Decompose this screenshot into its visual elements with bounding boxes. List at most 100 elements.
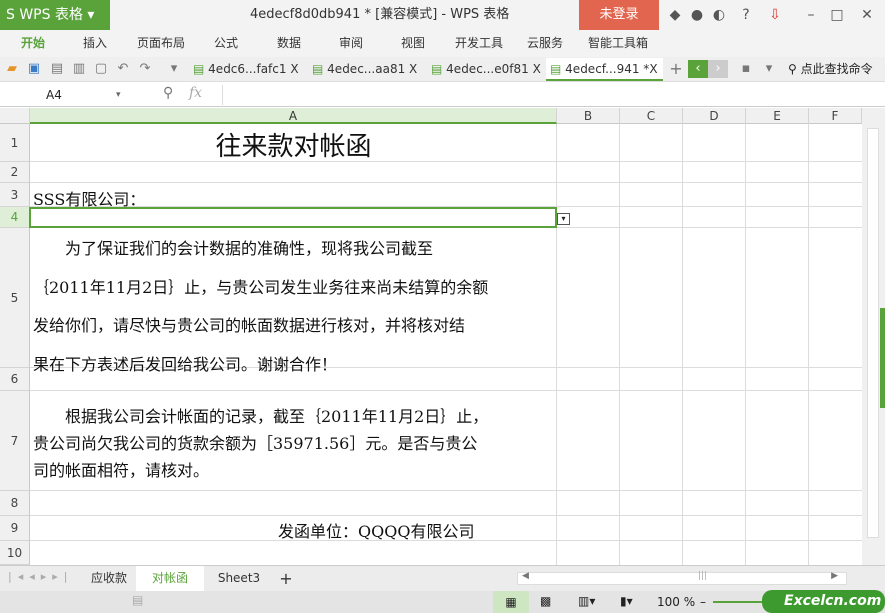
download-icon[interactable]: ⇩ xyxy=(764,0,786,30)
watermark-text: Excelcn.com xyxy=(784,593,882,609)
row-header[interactable]: 6 xyxy=(0,368,30,391)
formula-input[interactable] xyxy=(222,85,885,105)
menu-formula[interactable]: 公式 xyxy=(214,30,238,57)
text-line: 司的帐面相符，请核对。 xyxy=(33,461,210,480)
close-tab-icon[interactable]: X xyxy=(409,62,417,76)
close-tab-icon[interactable]: X xyxy=(649,62,657,76)
horizontal-scrollbar[interactable]: ◀ ||| ▶ xyxy=(517,571,847,585)
normal-view-icon[interactable]: ▦ xyxy=(493,591,529,613)
sheet-tab-receivables[interactable]: 应收款 xyxy=(82,566,136,591)
text-line: 果在下方表述后发回给我公司。谢谢合作！ xyxy=(33,354,338,374)
tab-prev-button[interactable]: ‹ xyxy=(688,60,708,78)
menu-smart-tools[interactable]: 智能工具箱 xyxy=(588,30,648,57)
column-header-f[interactable]: F xyxy=(809,108,862,124)
vertical-scrollbar[interactable] xyxy=(862,108,885,565)
column-header-e[interactable]: E xyxy=(746,108,809,124)
cell-a5[interactable]: 为了保证我们的会计数据的准确性，现将我公司截至 ｛2011年11月2日｝止，与贵… xyxy=(33,230,557,384)
column-header-a[interactable]: A xyxy=(30,108,557,124)
row-header[interactable]: 8 xyxy=(0,491,30,516)
dropdown-arrow-icon[interactable]: ▾ xyxy=(557,213,570,225)
cell-a7[interactable]: 根据我公司会计帐面的记录，截至｛2011年11月2日｝止， 贵公司尚欠我公司的货… xyxy=(33,403,557,484)
page-break-view-icon[interactable]: ▩ xyxy=(540,594,551,608)
doc-tab[interactable]: ▤ 4edc6...fafc1 X xyxy=(189,58,307,81)
selected-cell-a4[interactable] xyxy=(29,207,557,228)
doc-tab[interactable]: ▤ 4edec...aa81 X xyxy=(308,58,426,81)
more-dropdown-icon[interactable]: ▾ xyxy=(166,60,182,78)
doc-tab-label: 4edc6...fafc1 xyxy=(208,62,287,76)
zoom-out-icon[interactable]: – xyxy=(700,595,706,609)
close-tab-icon[interactable]: X xyxy=(290,62,298,76)
maximize-button[interactable]: □ xyxy=(826,0,848,30)
menu-review[interactable]: 审阅 xyxy=(339,30,363,57)
gridline xyxy=(30,490,862,491)
close-button[interactable]: ✕ xyxy=(856,0,878,30)
menu-page-layout[interactable]: 页面布局 xyxy=(137,30,185,57)
zoom-formula-icon[interactable]: ⚲ xyxy=(163,85,173,101)
doc-tab-label: 4edec...aa81 xyxy=(327,62,406,76)
fx-icon[interactable]: fx xyxy=(189,85,202,101)
command-search[interactable]: ⚲ 点此查找命令 xyxy=(788,58,873,81)
column-header-b[interactable]: B xyxy=(557,108,620,124)
close-tab-icon[interactable]: X xyxy=(533,62,541,76)
menu-developer[interactable]: 开发工具 xyxy=(455,30,503,57)
add-sheet-icon[interactable]: + xyxy=(276,566,296,591)
reading-mode-icon[interactable]: ▥▾ xyxy=(578,594,595,608)
sheet-tab-reconciliation[interactable]: 对帐函 xyxy=(136,566,204,591)
gridline xyxy=(30,390,862,391)
column-header-c[interactable]: C xyxy=(620,108,683,124)
pin-icon[interactable]: ▾ xyxy=(761,60,777,78)
settings-icon[interactable]: ● xyxy=(686,0,708,30)
scroll-thumb[interactable] xyxy=(867,128,879,538)
print-icon[interactable]: ▥ xyxy=(71,60,87,78)
wps-menu-button[interactable]: S WPS 表格 ▾ xyxy=(0,0,110,30)
sheet-file-icon: ▤ xyxy=(431,62,443,76)
feedback-icon[interactable]: ◐ xyxy=(708,0,730,30)
row-header[interactable]: 9 xyxy=(0,516,30,541)
help-icon[interactable]: ? xyxy=(735,0,757,30)
eye-protect-icon[interactable]: ▮▾ xyxy=(620,594,633,608)
zoom-level[interactable]: 100 % xyxy=(657,595,695,609)
sheet-tab-sheet3[interactable]: Sheet3 xyxy=(208,566,270,591)
row-header[interactable]: 7 xyxy=(0,391,30,491)
tab-next-button[interactable]: › xyxy=(708,60,728,78)
redo-icon[interactable]: ↷ xyxy=(137,60,153,78)
sheet-nav-arrows-icon[interactable]: |◂◂▸▸| xyxy=(8,570,74,583)
menu-view[interactable]: 视图 xyxy=(401,30,425,57)
open-icon[interactable]: ▰ xyxy=(4,60,20,78)
row-header[interactable]: 10 xyxy=(0,541,30,565)
save-icon[interactable]: ▣ xyxy=(26,60,42,78)
row-header[interactable]: 1 xyxy=(0,124,30,162)
watermark-logo: Excelcn.com xyxy=(762,590,885,613)
menu-home[interactable]: 开始 xyxy=(21,30,45,57)
doc-tab-active[interactable]: ▤ 4edecf...941 *X xyxy=(546,58,663,81)
cell-a1-title[interactable]: 往来款对帐函 xyxy=(30,126,557,163)
select-all-corner[interactable] xyxy=(0,108,30,124)
chevron-down-icon: ▾ xyxy=(116,90,121,100)
pdf-icon[interactable]: ▤ xyxy=(49,60,65,78)
scroll-grip-icon: ||| xyxy=(698,571,708,581)
menu-data[interactable]: 数据 xyxy=(277,30,301,57)
column-header-d[interactable]: D xyxy=(683,108,746,124)
row-header[interactable]: 2 xyxy=(0,162,30,183)
row-header[interactable]: 3 xyxy=(0,183,30,207)
scroll-left-icon[interactable]: ◀ xyxy=(522,571,529,581)
status-icon[interactable]: ▤ xyxy=(132,593,143,607)
screen-icon[interactable]: ▪ xyxy=(738,60,754,78)
menu-insert[interactable]: 插入 xyxy=(83,30,107,57)
menu-cloud[interactable]: 云服务 xyxy=(527,30,563,57)
row-header[interactable]: 5 xyxy=(0,228,30,368)
side-panel-handle[interactable] xyxy=(880,308,885,408)
sheet-file-icon: ▤ xyxy=(312,62,324,76)
skin-icon[interactable]: ◆ xyxy=(664,0,686,30)
cell-a9[interactable]: 发函单位：QQQQ有限公司 xyxy=(278,518,474,542)
scroll-right-icon[interactable]: ▶ xyxy=(831,571,838,581)
row-header[interactable]: 4 xyxy=(0,207,30,228)
login-button[interactable]: 未登录 xyxy=(579,0,659,30)
minimize-button[interactable]: – xyxy=(800,0,822,30)
new-tab-icon[interactable]: + xyxy=(668,60,684,78)
command-search-label: 点此查找命令 xyxy=(800,62,873,76)
undo-icon[interactable]: ↶ xyxy=(115,60,131,78)
print-preview-icon[interactable]: ▢ xyxy=(93,60,109,78)
name-box[interactable]: A4 ▾ xyxy=(0,84,125,106)
doc-tab[interactable]: ▤ 4edec...e0f81 X xyxy=(427,58,545,81)
